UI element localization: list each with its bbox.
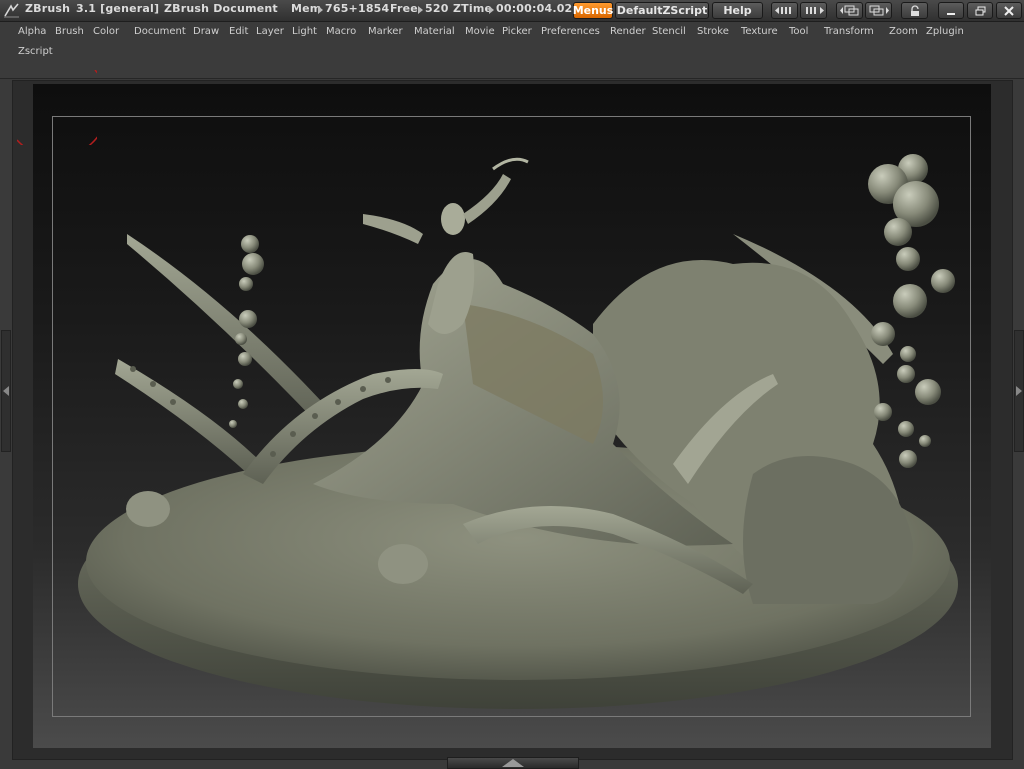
menu-brush[interactable]: Brush bbox=[55, 26, 84, 37]
app-name: ZBrush bbox=[25, 2, 71, 15]
close-button[interactable] bbox=[996, 2, 1022, 19]
layout-right-icon bbox=[869, 5, 889, 16]
default-zscript-button[interactable]: DefaultZScript bbox=[615, 2, 709, 19]
menu-draw[interactable]: Draw bbox=[193, 26, 219, 37]
zbrush-logo-icon[interactable] bbox=[3, 2, 20, 19]
bottom-tray-handle[interactable] bbox=[447, 757, 579, 769]
lock-icon bbox=[910, 4, 919, 16]
menus-button[interactable]: Menus bbox=[573, 2, 613, 19]
arrow-right-icon bbox=[318, 6, 323, 14]
minimize-button[interactable] bbox=[938, 2, 964, 19]
menu-color[interactable]: Color bbox=[93, 26, 119, 37]
restore-icon bbox=[975, 6, 985, 15]
menu-stencil[interactable]: Stencil bbox=[652, 26, 686, 37]
menu-zoom[interactable]: Zoom bbox=[889, 26, 918, 37]
arrow-left-icon bbox=[3, 386, 9, 396]
layout-left-icon bbox=[839, 5, 858, 16]
arrow-right-icon bbox=[1016, 386, 1022, 396]
tray-right-icon bbox=[805, 7, 824, 14]
menu-edit[interactable]: Edit bbox=[229, 26, 248, 37]
menu-light[interactable]: Light bbox=[292, 26, 317, 37]
lock-button[interactable] bbox=[901, 2, 928, 19]
help-button[interactable]: Help bbox=[712, 2, 763, 19]
menu-transform[interactable]: Transform bbox=[824, 26, 874, 37]
menu-zscript[interactable]: Zscript bbox=[18, 46, 53, 57]
title-bar: ZBrush 3.1 [general] ZBrush Document Mem… bbox=[0, 0, 1024, 22]
restore-button[interactable] bbox=[967, 2, 993, 19]
mem-value: 765+1854 bbox=[325, 2, 390, 15]
menu-stroke[interactable]: Stroke bbox=[697, 26, 729, 37]
ztime-label: ZTime bbox=[453, 2, 493, 15]
menu-layer[interactable]: Layer bbox=[256, 26, 284, 37]
tray-expand-button[interactable] bbox=[800, 2, 827, 19]
menu-marker[interactable]: Marker bbox=[368, 26, 403, 37]
ztime-value: 00:00:04.02 bbox=[496, 2, 573, 15]
left-tray-handle[interactable] bbox=[1, 330, 11, 452]
right-tray-handle[interactable] bbox=[1014, 330, 1024, 452]
menu-tool[interactable]: Tool bbox=[789, 26, 808, 37]
arrow-right-icon bbox=[418, 6, 423, 14]
menu-preferences[interactable]: Preferences bbox=[541, 26, 600, 37]
menu-macro[interactable]: Macro bbox=[326, 26, 356, 37]
menu-texture[interactable]: Texture bbox=[741, 26, 778, 37]
free-label: Free bbox=[390, 2, 418, 15]
menu-zplugin[interactable]: Zplugin bbox=[926, 26, 964, 37]
mem-label: Mem bbox=[291, 2, 322, 15]
app-version: 3.1 [general] bbox=[76, 2, 160, 15]
tray-left-icon bbox=[774, 7, 791, 14]
menu-bar: Alpha Brush Color Document Draw Edit Lay… bbox=[0, 22, 1024, 79]
free-value: 520 bbox=[425, 2, 449, 15]
menu-material[interactable]: Material bbox=[414, 26, 455, 37]
menu-picker[interactable]: Picker bbox=[502, 26, 532, 37]
layout-left-button[interactable] bbox=[836, 2, 863, 19]
document-name: ZBrush Document bbox=[164, 2, 278, 15]
minimize-icon bbox=[947, 12, 955, 15]
menu-movie[interactable]: Movie bbox=[465, 26, 495, 37]
menu-alpha[interactable]: Alpha bbox=[18, 26, 46, 37]
close-icon bbox=[1004, 5, 1014, 16]
layout-right-button[interactable] bbox=[865, 2, 892, 19]
menu-document[interactable]: Document bbox=[134, 26, 186, 37]
document-border bbox=[52, 116, 971, 717]
arrow-up-icon bbox=[502, 759, 524, 767]
tray-shrink-button[interactable] bbox=[771, 2, 798, 19]
menu-render[interactable]: Render bbox=[610, 26, 646, 37]
arrow-right-icon bbox=[489, 6, 494, 14]
